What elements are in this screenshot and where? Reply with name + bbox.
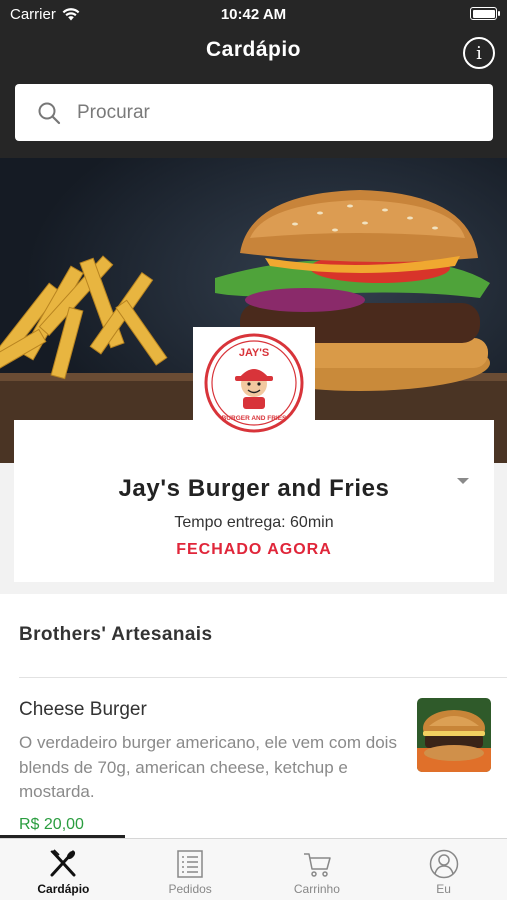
tab-eu[interactable]: Eu: [380, 839, 507, 900]
tab-pedidos[interactable]: Pedidos: [127, 839, 254, 900]
item-image: [417, 698, 491, 772]
chevron-down-icon[interactable]: [457, 478, 469, 484]
tab-label: Cardápio: [37, 882, 90, 896]
top-bar: Carrier 10:42 AM Cardápio i: [0, 0, 507, 158]
logo-text-top: JAY'S: [239, 347, 269, 359]
page-title: Cardápio: [205, 38, 301, 61]
restaurant-name: Jay's Burger and Fries: [118, 475, 390, 502]
section-title: Brothers' Artesanais: [19, 624, 213, 645]
battery-icon: [470, 7, 500, 20]
status-time: 10:42 AM: [220, 6, 287, 23]
status-bar: Carrier 10:42 AM: [0, 0, 507, 28]
restaurant-info-card: Jay's Burger and Fries Tempo entrega: 60…: [14, 420, 494, 582]
search-icon: [38, 102, 61, 124]
user-icon: [429, 849, 458, 879]
search-input[interactable]: [77, 101, 457, 124]
tab-label: Eu: [436, 882, 451, 896]
item-price: R$ 20,00: [19, 816, 84, 833]
tab-carrinho[interactable]: Carrinho: [254, 839, 381, 900]
search-bar[interactable]: [15, 84, 493, 141]
logo-text-bottom: BURGER AND FRIES: [222, 415, 287, 422]
restaurant-logo: JAY'S BURGER AND FRIES: [193, 327, 315, 439]
divider: [19, 677, 507, 678]
tab-label: Pedidos: [168, 882, 212, 896]
list-icon: [177, 850, 203, 878]
delivery-time: Tempo entrega: 60min: [174, 514, 334, 531]
tab-cardapio[interactable]: Cardápio: [0, 839, 127, 900]
tab-label: Carrinho: [293, 882, 340, 896]
status-badge: FECHADO AGORA: [176, 541, 332, 558]
info-icon: i: [476, 42, 482, 64]
fork-knife-icon: [50, 849, 76, 877]
info-button[interactable]: i: [463, 37, 495, 69]
menu-list: Brothers' Artesanais Cheese Burger O ver…: [0, 594, 507, 838]
tab-bar: Cardápio Pedidos Carrinho Eu: [0, 838, 507, 900]
cart-icon: [303, 853, 331, 877]
item-name: Cheese Burger: [19, 699, 147, 720]
item-description: O verdadeiro burger americano, ele vem c…: [19, 733, 397, 801]
